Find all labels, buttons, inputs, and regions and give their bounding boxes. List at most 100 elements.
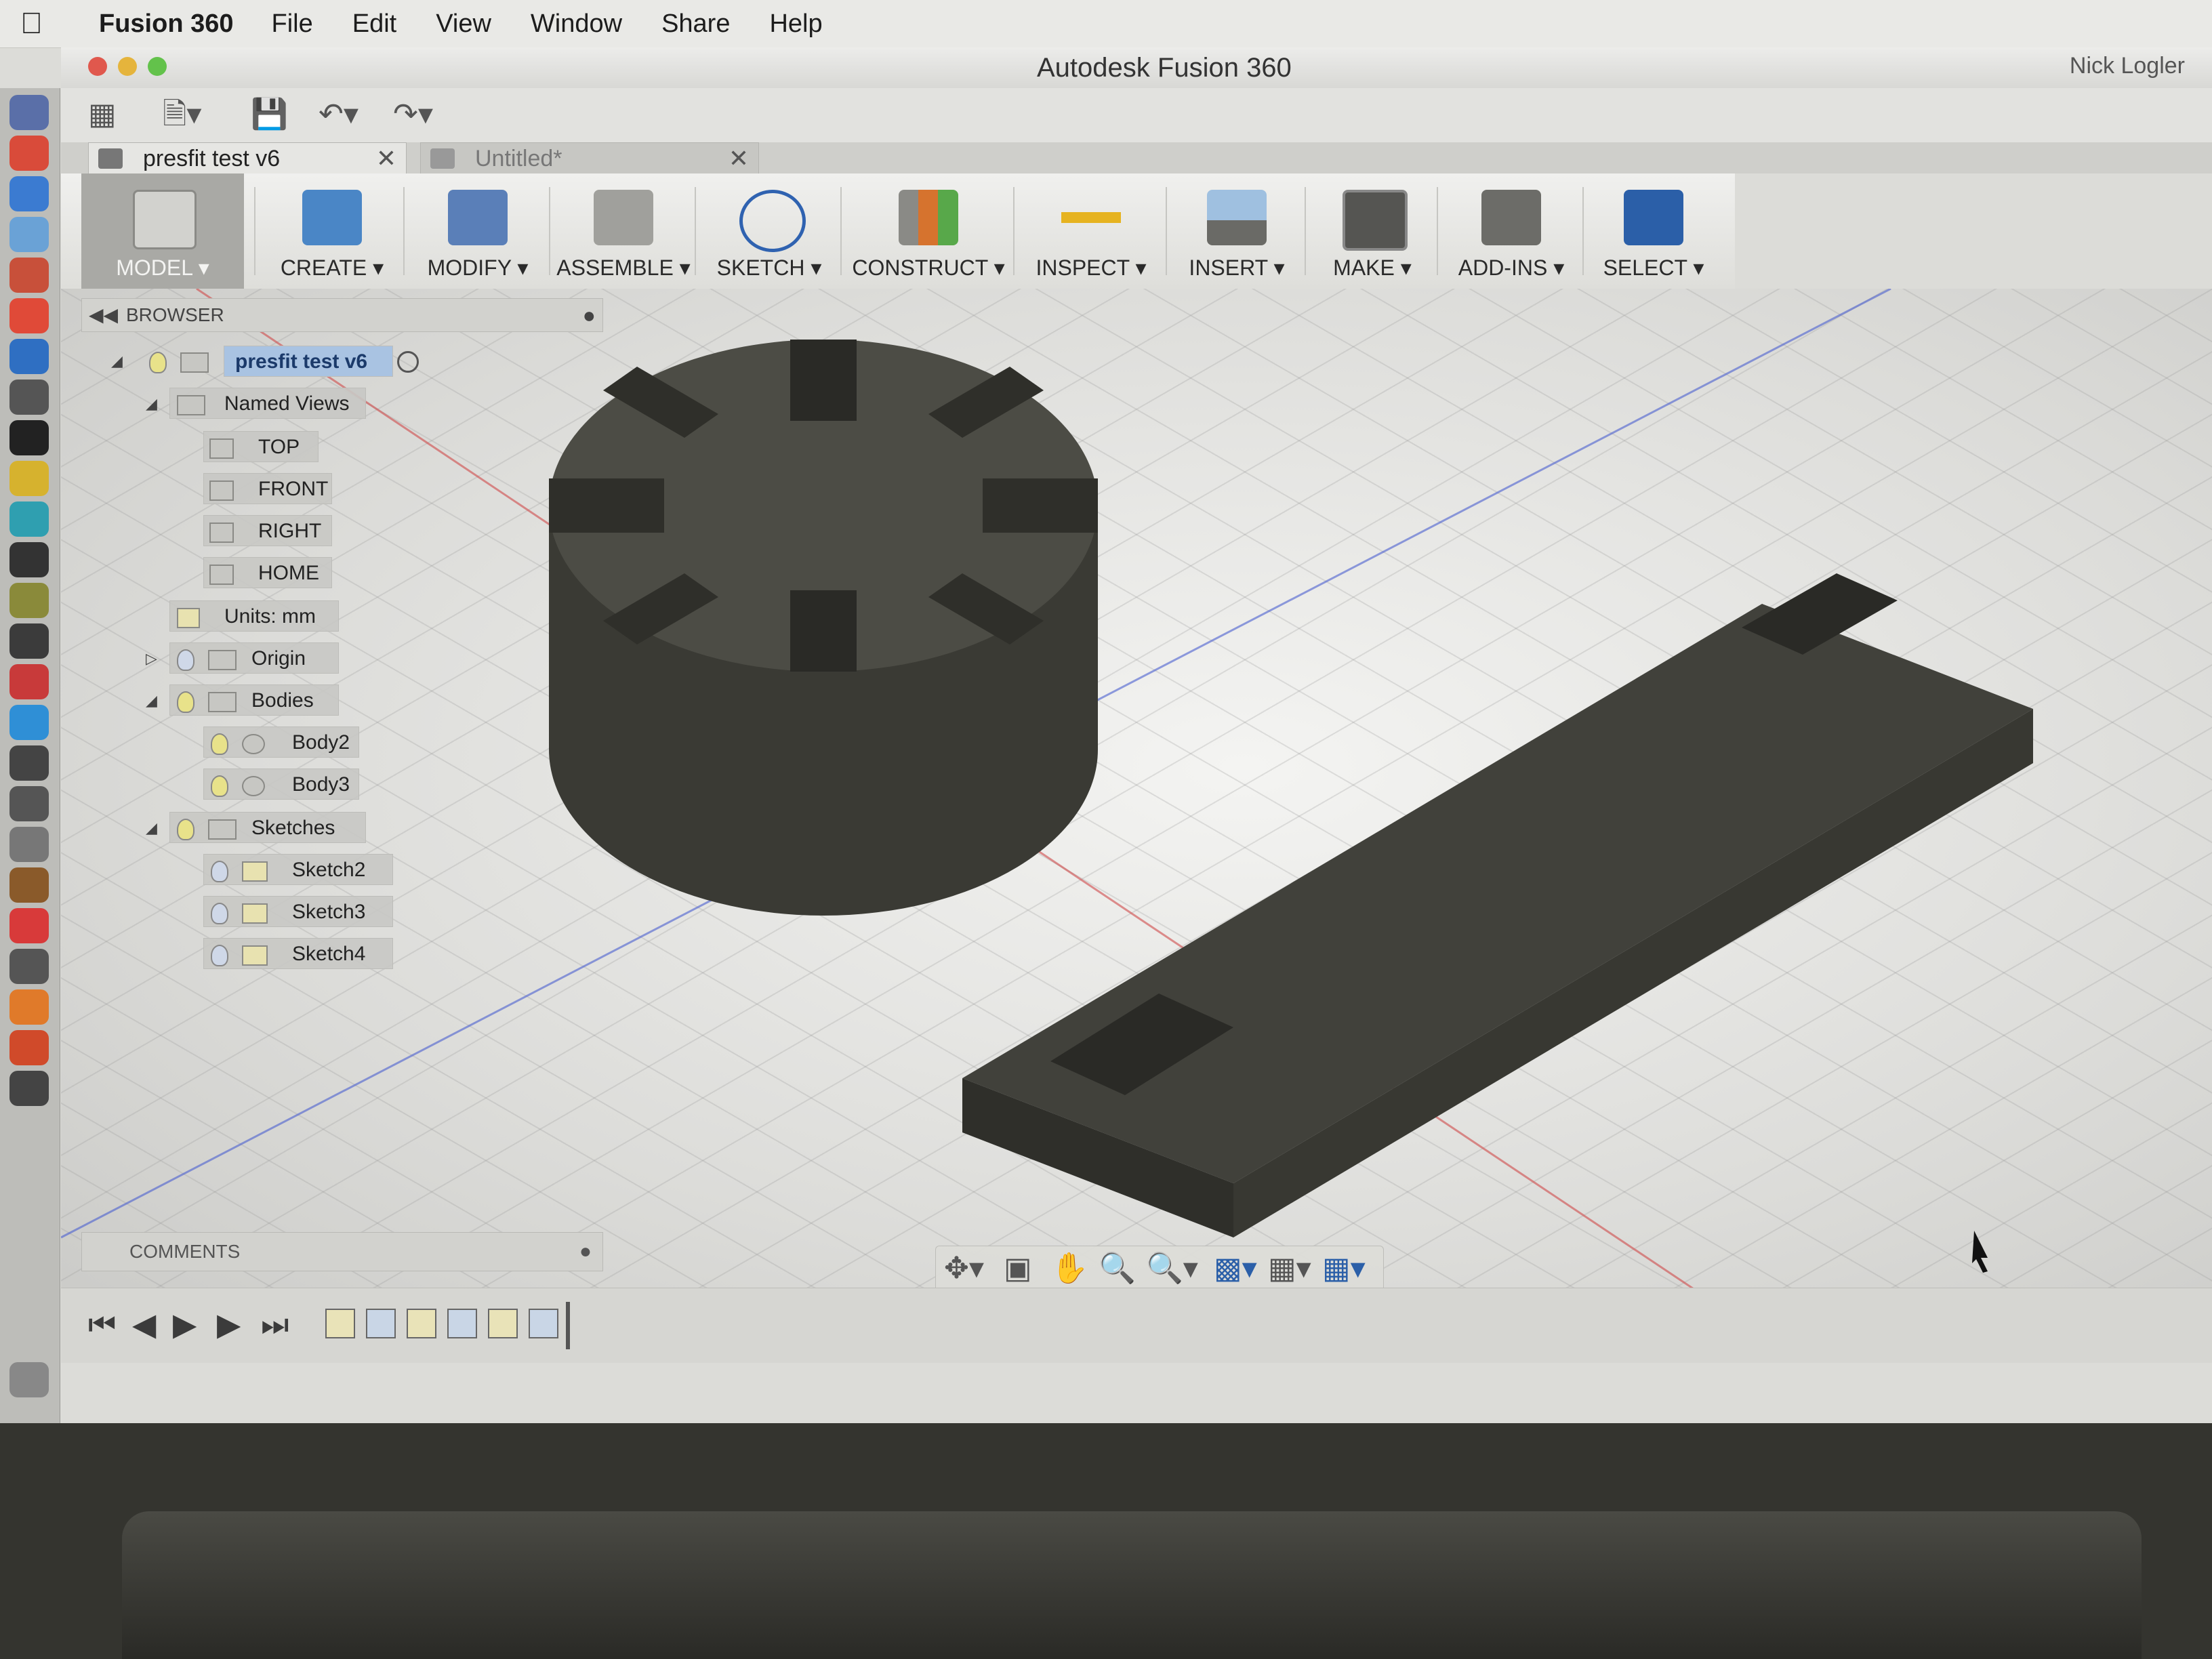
activate-component-icon[interactable] (397, 351, 419, 373)
app-icon[interactable] (9, 949, 49, 984)
make-menu-button[interactable]: MAKE ▾ (1311, 173, 1433, 289)
apple-icon[interactable]:  (20, 7, 58, 41)
visibility-bulb-icon[interactable] (211, 861, 228, 882)
sketch-menu-button[interactable]: SKETCH ▾ (701, 173, 837, 289)
p5-icon[interactable] (9, 908, 49, 943)
app-icon[interactable] (9, 664, 49, 699)
named-view-front[interactable]: FRONT (203, 473, 332, 504)
viewports-icon[interactable]: ▦▾ (1322, 1252, 1366, 1286)
add-comment-icon[interactable]: ● (579, 1233, 592, 1271)
collapse-arrow-icon[interactable]: ◢ (146, 813, 157, 844)
zoom-window-icon[interactable]: 🔍▾ (1146, 1252, 1198, 1286)
timeline-marker[interactable] (566, 1302, 570, 1349)
close-window-button[interactable] (88, 57, 107, 76)
play-icon[interactable]: ▶ (217, 1306, 241, 1343)
app-icon[interactable] (9, 461, 49, 496)
chrome-icon[interactable] (9, 136, 49, 171)
timeline-extrude-feature[interactable] (366, 1309, 396, 1338)
app-icon[interactable] (9, 339, 49, 374)
look-at-icon[interactable]: ▣ (1004, 1252, 1032, 1286)
create-menu-button[interactable]: CREATE ▾ (264, 173, 400, 289)
orbit-icon[interactable]: ✥▾ (944, 1252, 984, 1286)
menu-file[interactable]: File (272, 9, 313, 39)
app-icon[interactable] (9, 827, 49, 862)
app-icon[interactable] (9, 705, 49, 740)
sketch-row-sketch4[interactable]: Sketch4 (203, 938, 393, 969)
sketch-row-sketch3[interactable]: Sketch3 (203, 896, 393, 927)
construct-menu-button[interactable]: CONSTRUCT ▾ (847, 173, 1010, 289)
app-icon[interactable] (9, 1030, 49, 1065)
modify-menu-button[interactable]: MODIFY ▾ (410, 173, 546, 289)
minimize-window-button[interactable] (118, 57, 137, 76)
zoom-icon[interactable]: 🔍 (1099, 1252, 1136, 1286)
tab-presfit-test-v6[interactable]: presfit test v6 ✕ (88, 142, 407, 173)
browser-header[interactable]: ◀◀ BROWSER ● (81, 298, 603, 332)
add-ins-menu-button[interactable]: ADD-INS ▾ (1443, 173, 1579, 289)
timeline-sketch-feature[interactable] (325, 1309, 355, 1338)
data-panel-grid-icon[interactable]: ▦ (88, 92, 117, 137)
go-to-start-icon[interactable]: ⏮ (88, 1306, 116, 1344)
undo-icon[interactable]: ↶▾ (319, 92, 359, 137)
assemble-menu-button[interactable]: ASSEMBLE ▾ (556, 173, 691, 289)
visibility-bulb-icon[interactable] (177, 649, 194, 671)
step-back-icon[interactable]: ◀ (132, 1306, 156, 1343)
collapse-arrow-icon[interactable]: ◢ (111, 346, 123, 377)
app-icon[interactable] (9, 786, 49, 821)
folder-sketches[interactable]: ◢ Sketches (146, 812, 366, 843)
visibility-bulb-icon[interactable] (211, 945, 228, 966)
redo-icon[interactable]: ↷▾ (393, 92, 433, 137)
collapse-arrow-icon[interactable]: ◢ (146, 685, 157, 716)
app-icon[interactable] (9, 1071, 49, 1106)
insert-menu-button[interactable]: INSERT ▾ (1172, 173, 1301, 289)
timeline-sketch-feature[interactable] (488, 1309, 518, 1338)
menu-view[interactable]: View (436, 9, 491, 39)
zoom-window-button[interactable] (148, 57, 167, 76)
body-row-body3[interactable]: Body3 (203, 769, 359, 800)
root-component-label[interactable]: presfit test v6 (224, 346, 393, 377)
timeline-extrude-feature[interactable] (529, 1309, 558, 1338)
visibility-bulb-icon[interactable] (149, 352, 167, 373)
app-icon[interactable] (9, 623, 49, 659)
folder-named-views[interactable]: ◢ Named Views (146, 388, 366, 419)
app-icon[interactable] (9, 989, 49, 1025)
display-settings-icon[interactable]: ▩▾ (1214, 1252, 1257, 1286)
user-account-menu[interactable]: Nick Logler (2070, 53, 2185, 79)
expand-arrow-icon[interactable]: ▷ (146, 643, 157, 674)
terminal-icon[interactable] (9, 420, 49, 455)
trash-icon[interactable] (9, 1362, 49, 1397)
app-icon[interactable] (9, 176, 49, 211)
timeline-sketch-feature[interactable] (407, 1309, 436, 1338)
close-icon[interactable]: ✕ (376, 143, 396, 174)
sketch-row-sketch2[interactable]: Sketch2 (203, 854, 393, 885)
inspect-menu-button[interactable]: INSPECT ▾ (1020, 173, 1162, 289)
named-view-home[interactable]: HOME (203, 557, 332, 588)
arduino-icon[interactable] (9, 501, 49, 537)
body-row-body2[interactable]: Body2 (203, 726, 359, 758)
comments-panel[interactable]: COMMENTS ● (81, 1232, 603, 1271)
app-icon[interactable] (9, 583, 49, 618)
pin-panel-icon[interactable]: ● (583, 299, 596, 331)
app-icon[interactable] (9, 380, 49, 415)
app-icon[interactable] (9, 298, 49, 333)
folder-origin[interactable]: ▷ Origin (146, 642, 339, 674)
menu-window[interactable]: Window (531, 9, 622, 39)
collapse-arrow-icon[interactable]: ◢ (146, 388, 157, 419)
menu-help[interactable]: Help (769, 9, 822, 39)
app-icon[interactable] (9, 867, 49, 903)
visibility-bulb-icon[interactable] (211, 733, 228, 755)
tab-untitled[interactable]: Untitled* ✕ (420, 142, 759, 173)
visibility-bulb-icon[interactable] (211, 903, 228, 924)
menu-share[interactable]: Share (661, 9, 730, 39)
model-workspace-button[interactable]: MODEL ▾ (81, 173, 244, 289)
app-icon[interactable] (9, 745, 49, 781)
visibility-bulb-icon[interactable] (177, 691, 194, 713)
timeline-extrude-feature[interactable] (447, 1309, 477, 1338)
grid-settings-icon[interactable]: ▦▾ (1268, 1252, 1311, 1286)
menu-edit[interactable]: Edit (352, 9, 396, 39)
go-to-end-icon[interactable]: ⏭ (261, 1306, 289, 1344)
save-icon[interactable]: 💾 (251, 92, 288, 137)
visibility-bulb-icon[interactable] (211, 775, 228, 797)
units-row[interactable]: Units: mm (169, 600, 339, 632)
app-icon[interactable] (9, 542, 49, 577)
visibility-bulb-icon[interactable] (177, 819, 194, 840)
